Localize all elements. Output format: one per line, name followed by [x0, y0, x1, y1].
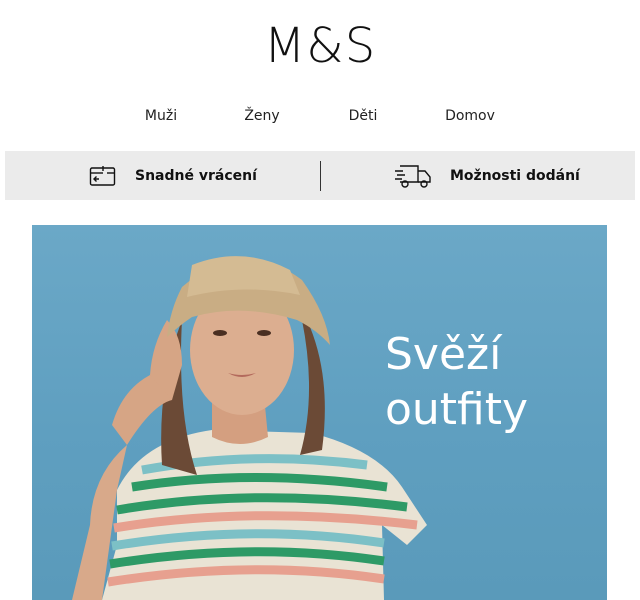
service-info-strip: Snadné vrácení Možnosti dodání [5, 151, 635, 200]
hero-banner[interactable]: Svěží outfity [32, 225, 607, 600]
nav-item-domov[interactable]: Domov [445, 108, 495, 124]
easy-returns-link[interactable]: Snadné vrácení [89, 151, 257, 200]
delivery-options-link[interactable]: Možnosti dodání [394, 151, 580, 200]
return-package-icon [89, 165, 117, 187]
strip-divider [320, 161, 321, 191]
easy-returns-label: Snadné vrácení [135, 167, 257, 184]
hero-headline: Svěží outfity [385, 327, 528, 437]
hero-headline-line-1: Svěží [385, 329, 502, 380]
delivery-options-label: Možnosti dodání [450, 167, 580, 184]
main-nav: Muži Ženy Děti Domov [0, 108, 640, 128]
nav-item-zeny[interactable]: Ženy [244, 108, 279, 124]
hero-headline-line-2: outfity [385, 384, 529, 435]
brand-logo[interactable]: M&S [0, 18, 640, 74]
delivery-truck-icon [394, 163, 432, 189]
nav-item-deti[interactable]: Děti [349, 108, 378, 124]
nav-item-muzi[interactable]: Muži [145, 108, 177, 124]
